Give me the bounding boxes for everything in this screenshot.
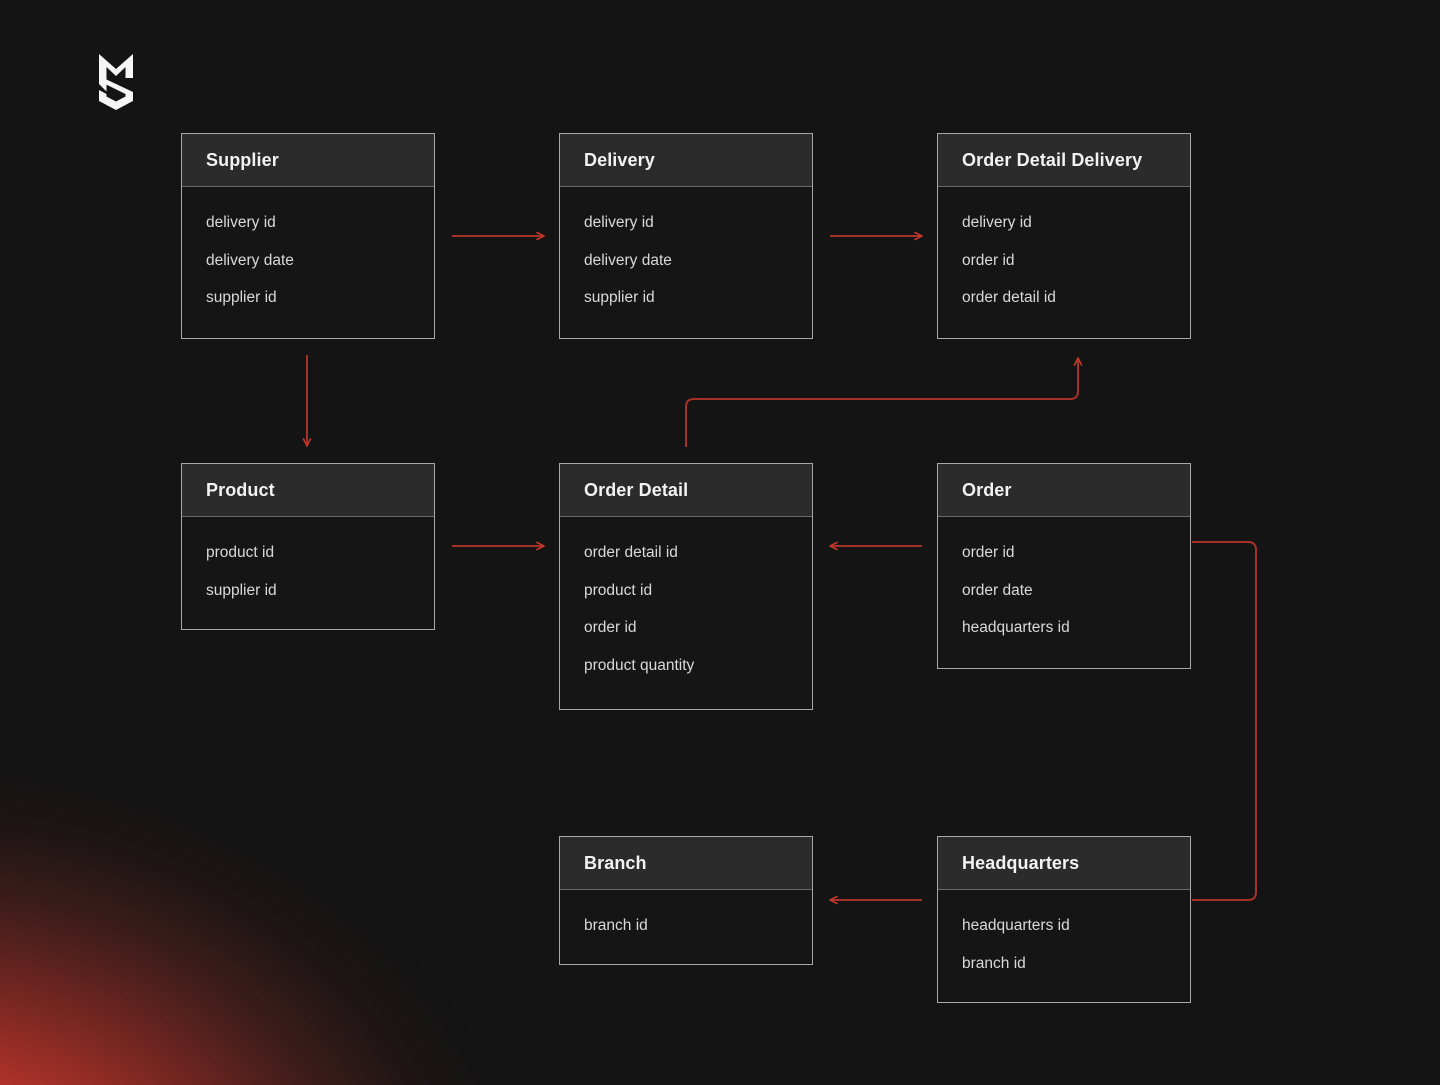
entity-field: product id bbox=[206, 544, 275, 561]
entity-table-product[interactable]: Product product id supplier id bbox=[181, 463, 435, 630]
entity-field-list: product id supplier id bbox=[182, 517, 434, 598]
entity-table-title: Order Detail bbox=[584, 479, 689, 500]
entity-table-title: Order Detail Delivery bbox=[962, 149, 1143, 170]
entity-field: delivery id bbox=[962, 214, 1032, 231]
entity-field: delivery id bbox=[206, 214, 276, 231]
ms-monogram-logo bbox=[99, 54, 133, 110]
entity-table-header: Branch bbox=[560, 837, 812, 890]
entity-field: headquarters id bbox=[962, 917, 1070, 934]
entity-table-header: Order Detail bbox=[560, 464, 812, 517]
entity-table-branch[interactable]: Branch branch id bbox=[559, 836, 813, 965]
entity-field: order id bbox=[962, 544, 1015, 561]
entity-field: order detail id bbox=[584, 544, 678, 561]
entity-table-header: Supplier bbox=[182, 134, 434, 187]
diagram-canvas: Supplier delivery id delivery date suppl… bbox=[0, 0, 1440, 1085]
entity-field: supplier id bbox=[206, 289, 277, 306]
entity-table-title: Delivery bbox=[584, 149, 655, 170]
entity-table-order-detail[interactable]: Order Detail order detail id product id … bbox=[559, 463, 813, 710]
entity-table-header: Order bbox=[938, 464, 1190, 517]
entity-table-header: Headquarters bbox=[938, 837, 1190, 890]
entity-field-list: headquarters id branch id bbox=[938, 890, 1190, 971]
entity-table-header: Delivery bbox=[560, 134, 812, 187]
entity-table-headquarters[interactable]: Headquarters headquarters id branch id bbox=[937, 836, 1191, 1003]
entity-field: delivery date bbox=[206, 251, 294, 269]
entity-table-supplier[interactable]: Supplier delivery id delivery date suppl… bbox=[181, 133, 435, 339]
entity-field: branch id bbox=[584, 917, 648, 934]
entity-field: supplier id bbox=[206, 581, 277, 599]
entity-field-list: branch id bbox=[560, 890, 812, 934]
entity-table-title: Branch bbox=[584, 852, 647, 873]
entity-field: supplier id bbox=[584, 289, 655, 306]
entity-field: delivery id bbox=[584, 214, 654, 231]
entity-field: product id bbox=[584, 581, 653, 599]
entity-field-list: delivery id order id order detail id bbox=[938, 187, 1190, 306]
entity-field: headquarters id bbox=[962, 619, 1070, 636]
entity-table-title: Headquarters bbox=[962, 852, 1080, 873]
entity-field-list: order detail id product id order id prod… bbox=[560, 517, 812, 673]
entity-table-title: Order bbox=[962, 479, 1012, 500]
connector-order-to-headquarters bbox=[1192, 541, 1257, 901]
entity-field: order id bbox=[962, 251, 1015, 269]
entity-table-order[interactable]: Order order id order date headquarters i… bbox=[937, 463, 1191, 669]
entity-field: product quantity bbox=[584, 656, 695, 674]
entity-table-delivery[interactable]: Delivery delivery id delivery date suppl… bbox=[559, 133, 813, 339]
entity-field: order date bbox=[962, 581, 1033, 599]
entity-field: order id bbox=[584, 619, 637, 636]
entity-field-list: delivery id delivery date supplier id bbox=[182, 187, 434, 306]
entity-field: branch id bbox=[962, 954, 1026, 972]
connector-order-detail-to-order-detail-delivery bbox=[685, 357, 1083, 447]
entity-table-order-detail-delivery[interactable]: Order Detail Delivery delivery id order … bbox=[937, 133, 1191, 339]
entity-table-header: Order Detail Delivery bbox=[938, 134, 1190, 187]
entity-field-list: order id order date headquarters id bbox=[938, 517, 1190, 636]
entity-field-list: delivery id delivery date supplier id bbox=[560, 187, 812, 306]
entity-field: order detail id bbox=[962, 289, 1056, 306]
entity-table-title: Product bbox=[206, 479, 275, 500]
entity-table-header: Product bbox=[182, 464, 434, 517]
entity-field: delivery date bbox=[584, 251, 672, 269]
entity-table-title: Supplier bbox=[206, 149, 279, 170]
